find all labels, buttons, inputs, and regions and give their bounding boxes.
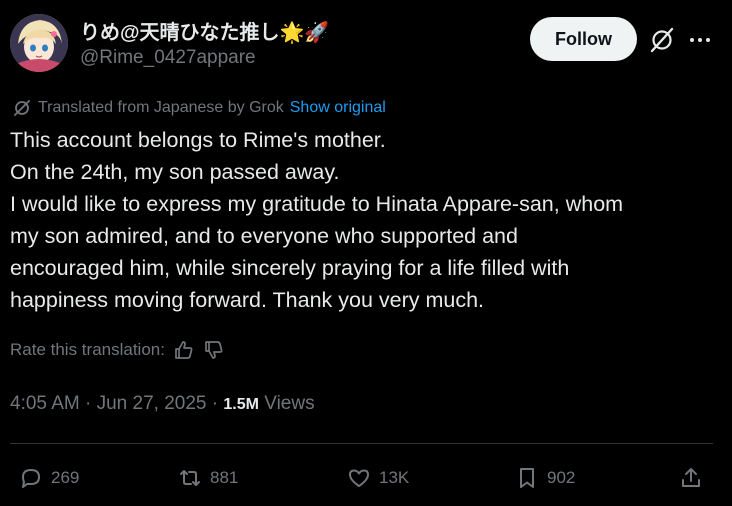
post: りめ@天晴ひなた推し🌟🚀 @Rime_0427appare Follow Tra… [0, 0, 732, 506]
bookmark-count: 902 [547, 468, 576, 487]
follow-button[interactable]: Follow [530, 17, 637, 61]
reply-button[interactable]: 269 [18, 460, 79, 496]
rate-label: Rate this translation: [10, 340, 165, 359]
action-bar: 269 881 13K 902 [0, 460, 732, 496]
meta-separator: · [211, 393, 224, 414]
post-line: encouraged him, while sincerely praying … [10, 256, 570, 280]
bookmark-icon [520, 468, 534, 488]
post-line: This account belongs to Rime's mother. [10, 128, 386, 152]
grok-icon[interactable] [648, 26, 676, 54]
reply-icon [22, 469, 40, 488]
like-button[interactable]: 13K [346, 460, 409, 496]
thumbs-up-icon[interactable] [173, 339, 195, 361]
author-handle[interactable]: @Rime_0427appare [80, 47, 256, 69]
like-count: 13K [379, 468, 410, 487]
post-date[interactable]: Jun 27, 2025 [97, 393, 207, 414]
rate-translation: Rate this translation: [10, 338, 225, 362]
divider [10, 443, 713, 444]
reply-count: 269 [51, 468, 80, 487]
post-line: happiness moving forward. Thank you very… [10, 288, 485, 312]
translation-note: Translated from Japanese by Grok Show or… [12, 97, 386, 119]
views-count: 1.5M [223, 396, 259, 413]
views-label: Views [264, 393, 315, 414]
more-options-icon[interactable] [686, 26, 714, 54]
avatar[interactable] [10, 14, 68, 72]
author-display-name[interactable]: りめ@天晴ひなた推し🌟🚀 [80, 16, 329, 45]
meta-separator: · [85, 393, 97, 414]
thumbs-down-icon[interactable] [203, 339, 225, 361]
post-text: This account belongs to Rime's mother. O… [10, 124, 722, 316]
repost-count: 881 [210, 468, 239, 487]
share-button[interactable] [678, 460, 704, 496]
repost-icon [180, 470, 200, 486]
post-line: I would like to express my gratitude to … [10, 192, 624, 216]
share-icon [682, 468, 700, 487]
repost-button[interactable]: 881 [177, 460, 238, 496]
grok-translate-icon [12, 98, 32, 118]
heart-icon [349, 469, 369, 487]
post-line: my son admired, and to everyone who supp… [10, 224, 518, 248]
translation-label: Translated from Japanese by Grok [38, 99, 284, 116]
post-time[interactable]: 4:05 AM [10, 393, 80, 414]
bookmark-button[interactable]: 902 [514, 460, 575, 496]
post-meta: 4:05 AM · Jun 27, 2025 · 1.5M Views [10, 393, 315, 415]
show-original-link[interactable]: Show original [290, 99, 386, 117]
post-line: On the 24th, my son passed away. [10, 160, 340, 184]
